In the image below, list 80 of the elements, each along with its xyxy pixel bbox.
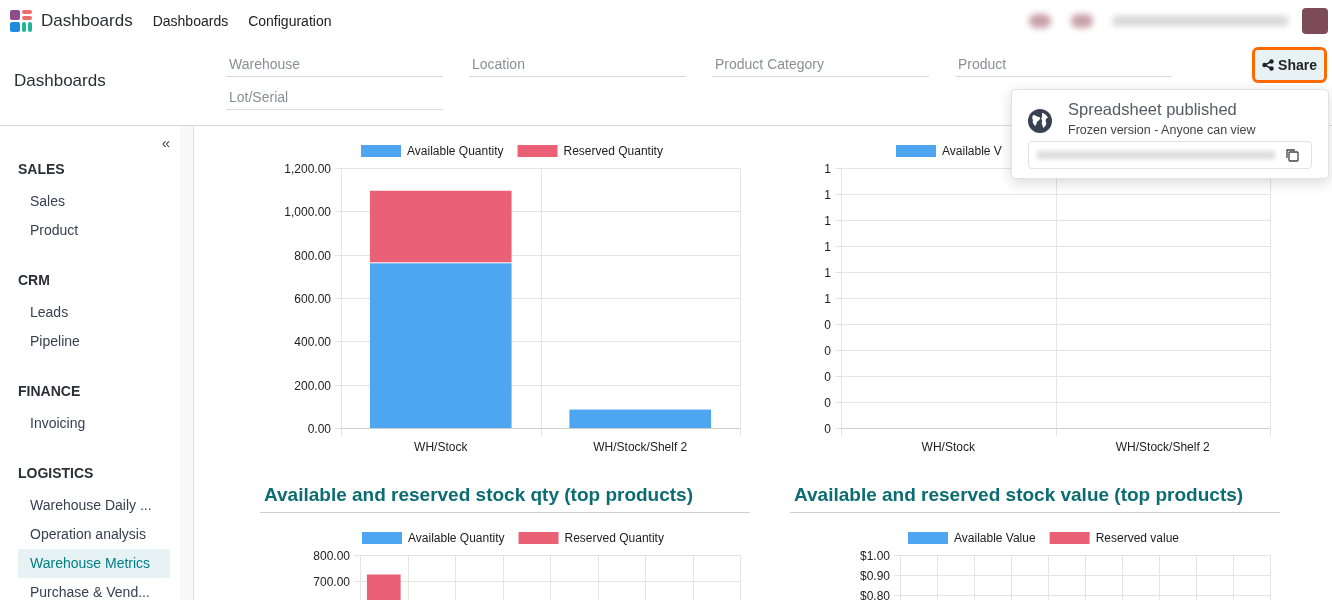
sidebar-item[interactable]: Operation analysis	[18, 520, 170, 549]
filter-field[interactable]: Location	[469, 53, 686, 77]
legend-label[interactable]: Reserved Quantity	[563, 144, 663, 158]
axis-category-label: WH/Stock	[414, 440, 468, 454]
axis-tick-label: 700.00	[313, 574, 350, 589]
axis-tick-label: $1.00	[859, 548, 890, 563]
axis-tick-label: 0	[824, 317, 831, 332]
axis-tick-label: 1,000.00	[284, 204, 331, 219]
axis-tick-label: 600.00	[294, 291, 331, 306]
axis-tick-label: $0.90	[859, 568, 890, 583]
axis-category-label: WH/Stock/Shelf 2	[593, 440, 688, 454]
legend-label[interactable]: Available Value	[954, 531, 1036, 545]
avatar-placeholder[interactable]	[1302, 8, 1328, 34]
section-heading: FINANCE	[18, 382, 82, 401]
sidebar-item[interactable]: Sales	[18, 187, 170, 216]
chart-title: Available and reserved stock qty (top products)	[260, 484, 750, 513]
legend-swatch[interactable]	[908, 532, 948, 544]
share-button[interactable]: Share	[1255, 50, 1324, 80]
popup-subtitle: Frozen version - Anyone can view	[1068, 123, 1256, 137]
axis-category-label: WH/Stock/Shelf 2	[1115, 440, 1210, 454]
legend-swatch[interactable]	[896, 145, 936, 157]
collapse-button[interactable]: «	[161, 136, 170, 149]
axis-category-label: WH/Stock	[921, 440, 975, 454]
sidebar-item[interactable]: Pipeline	[18, 327, 170, 356]
axis-tick-label: 1	[824, 187, 831, 202]
axis-tick-label: 800.00	[294, 248, 331, 263]
blurred-icon	[1071, 14, 1093, 28]
legend-swatch[interactable]	[362, 532, 402, 544]
sidebar-item[interactable]: Invoicing	[18, 409, 170, 438]
legend-label[interactable]: Reserved value	[1095, 531, 1179, 545]
legend-label[interactable]: Available V	[942, 144, 1002, 158]
share-icon	[1262, 59, 1275, 71]
sidebar-item[interactable]: Product	[18, 216, 170, 245]
legend-label[interactable]: Available Quantity	[408, 531, 505, 545]
sidebar-item[interactable]: Leads	[18, 298, 170, 327]
sidebar-item[interactable]: Warehouse Daily ...	[18, 491, 170, 520]
link-field[interactable]	[1028, 141, 1312, 169]
axis-tick-label: 0.00	[307, 421, 331, 436]
legend-label[interactable]: Available Quantity	[407, 144, 504, 158]
sidebar-item[interactable]: Warehouse Metrics	[18, 549, 170, 578]
chart-bar[interactable]	[366, 574, 401, 600]
chart-bar[interactable]	[369, 190, 512, 263]
globe-icon	[1028, 109, 1052, 133]
chart-bar[interactable]	[569, 409, 712, 428]
menu-item[interactable]: Dashboards	[152, 13, 229, 29]
menu-item[interactable]: Configuration	[248, 13, 332, 29]
copy-icon[interactable]	[1285, 148, 1299, 162]
legend-swatch[interactable]	[361, 145, 401, 157]
axis-tick-label: 1	[824, 265, 831, 280]
axis-tick-label: 0	[824, 369, 831, 384]
filter-field[interactable]: Lot/Serial	[226, 86, 443, 110]
filter-field[interactable]: Product	[955, 53, 1172, 77]
blurred-icon	[1029, 14, 1051, 28]
axis-tick-label: 1	[824, 161, 831, 176]
page-title: Dashboards	[14, 71, 107, 91]
legend-swatch[interactable]	[517, 145, 558, 157]
axis-tick-label: $0.80	[859, 588, 890, 600]
popup-title: Spreadsheet published	[1068, 100, 1238, 119]
axis-tick-label: 1	[824, 239, 831, 254]
legend-swatch[interactable]	[1049, 532, 1090, 544]
legend-swatch[interactable]	[518, 532, 559, 544]
chart-title: Available and reserved stock value (top products)	[790, 484, 1280, 513]
axis-tick-label: 800.00	[313, 548, 350, 563]
axis-tick-label: 1	[824, 291, 831, 306]
axis-tick-label: 400.00	[294, 334, 331, 349]
axis-tick-label: 1,200.00	[284, 161, 331, 176]
axis-tick-label: 0	[824, 343, 831, 358]
section-heading: LOGISTICS	[18, 464, 95, 483]
axis-tick-label: 1	[824, 213, 831, 228]
axis-tick-label: 0	[824, 421, 831, 436]
axis-tick-label: 0	[824, 395, 831, 410]
axis-tick-label: 200.00	[294, 378, 331, 393]
filter-field[interactable]: Warehouse	[226, 53, 443, 77]
app-title[interactable]: Dashboards	[41, 11, 133, 31]
app-logo-icon[interactable]	[10, 10, 32, 32]
sidebar-item[interactable]: Purchase & Vend...	[18, 578, 170, 600]
legend-label[interactable]: Reserved Quantity	[564, 531, 664, 545]
section-heading: CRM	[18, 271, 51, 290]
section-heading: SALES	[18, 160, 66, 179]
filter-field[interactable]: Product Category	[712, 53, 929, 77]
